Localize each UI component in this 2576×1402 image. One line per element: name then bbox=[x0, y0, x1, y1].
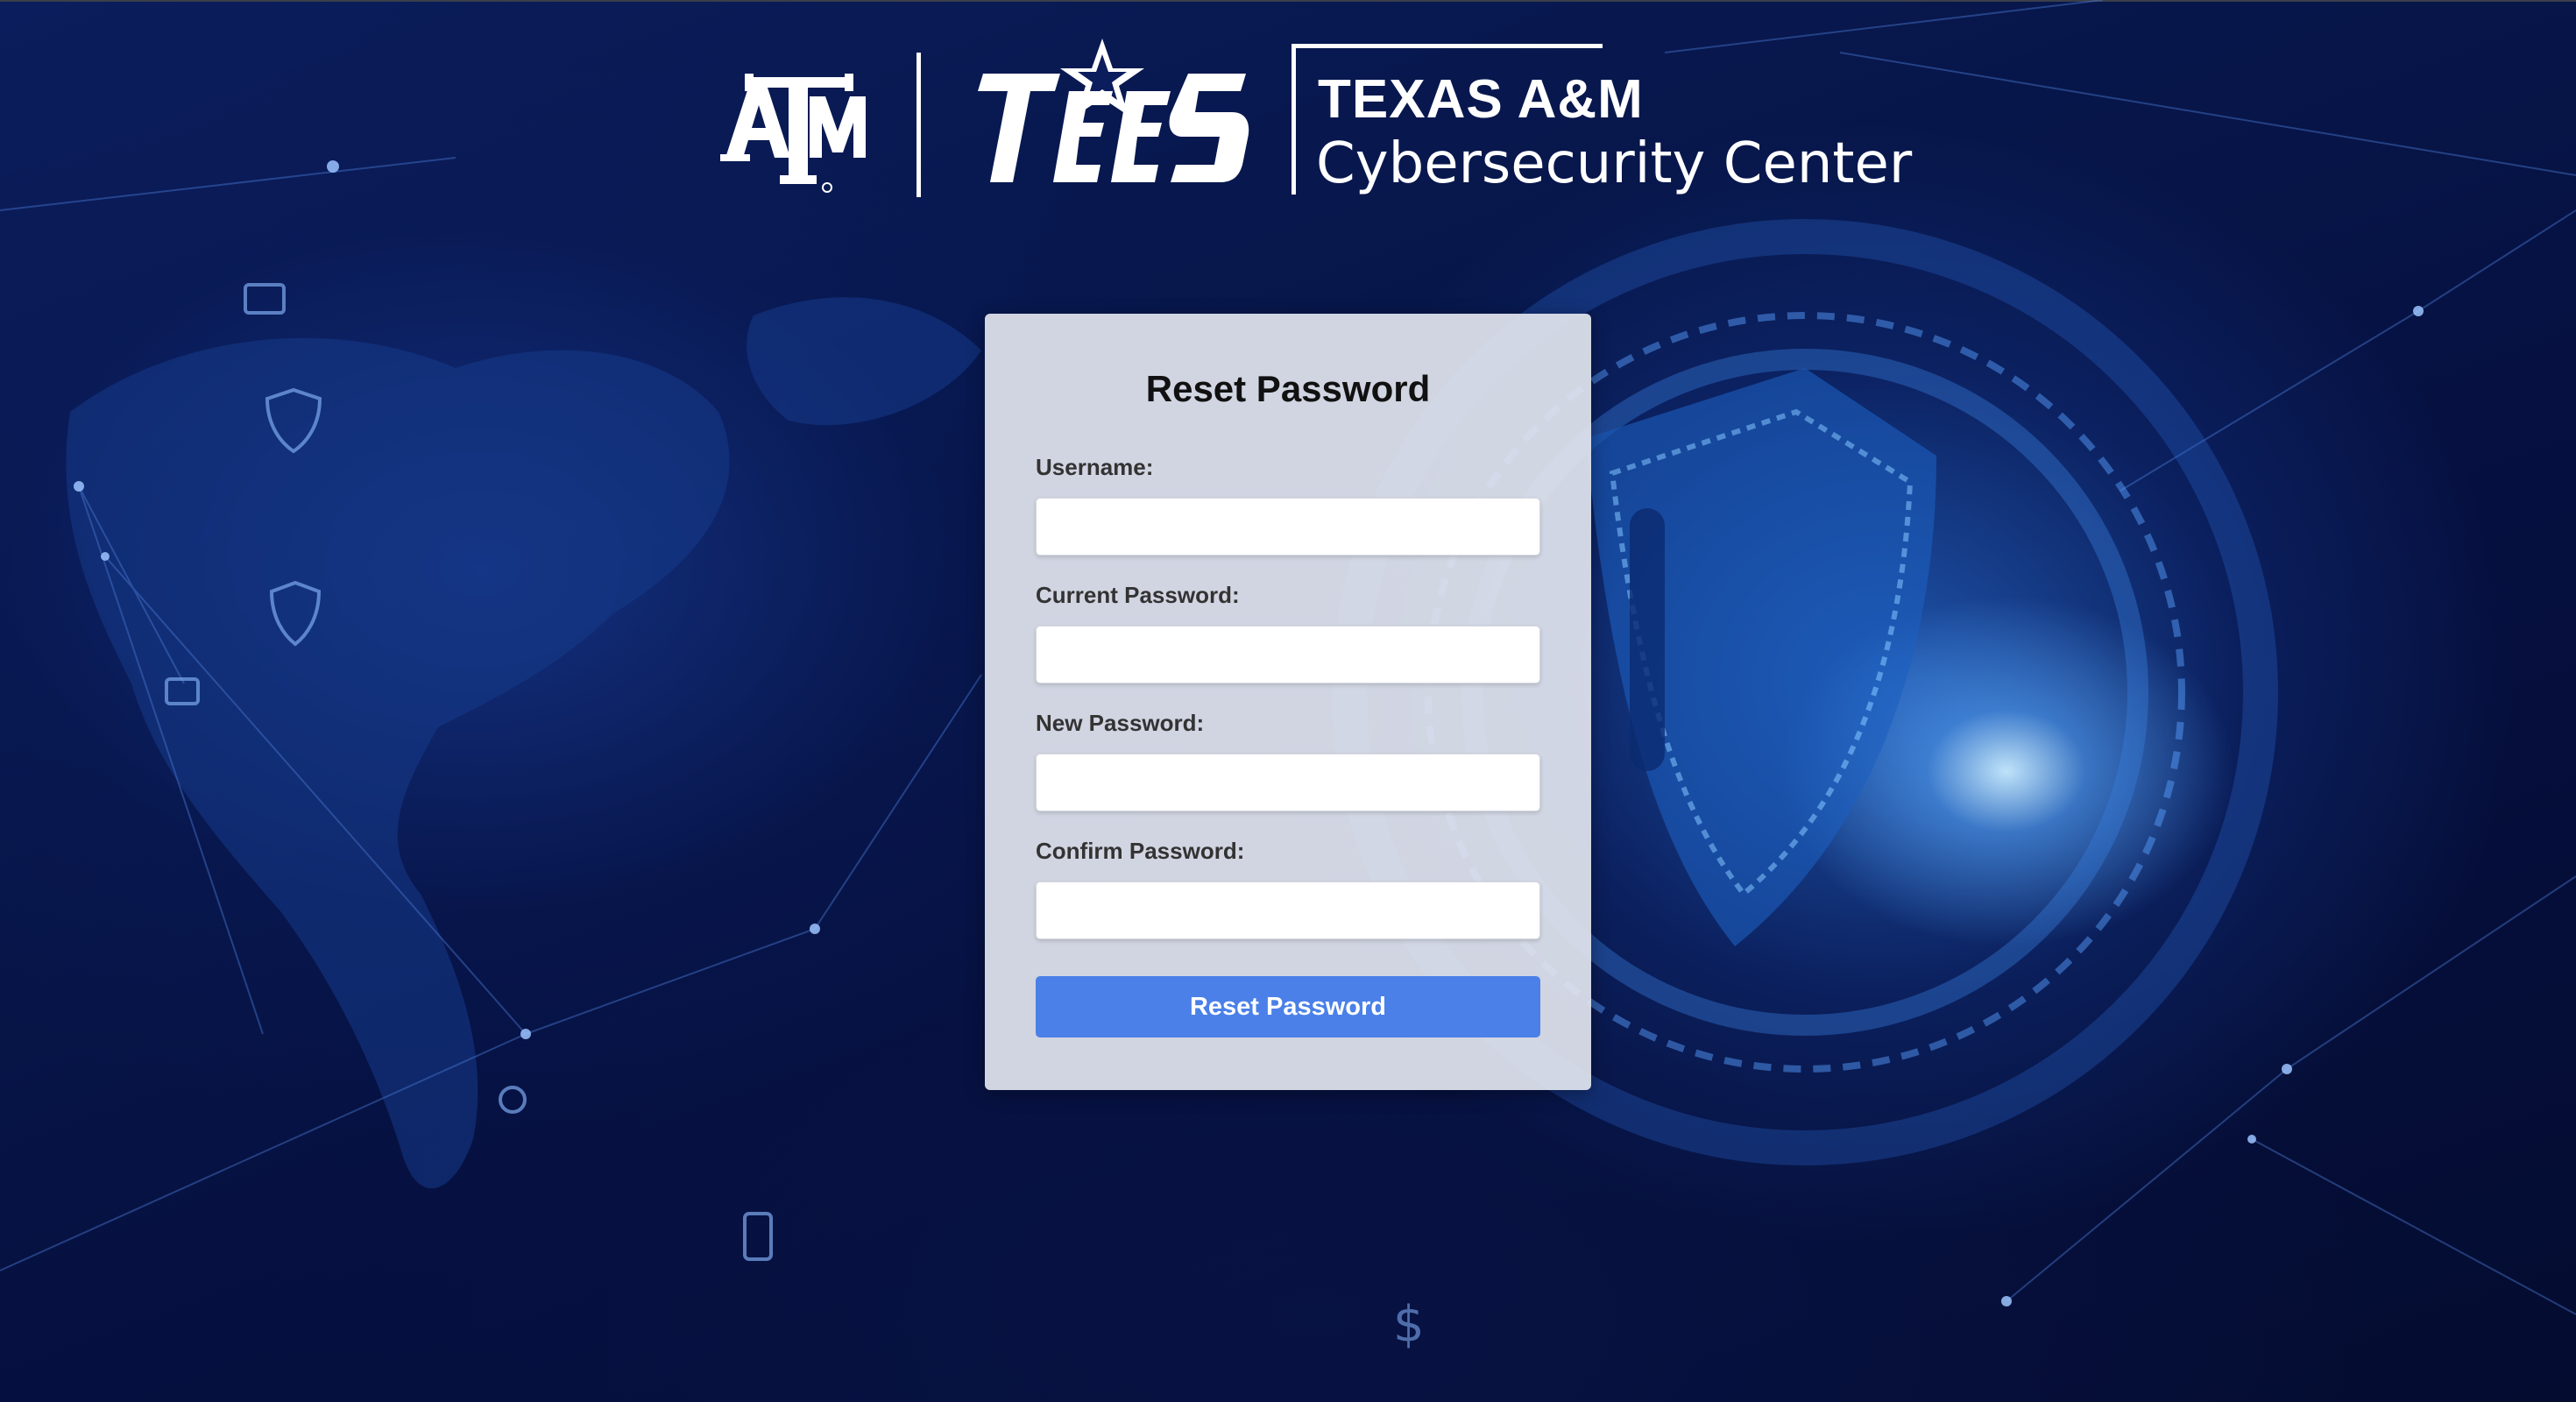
window-top-border bbox=[0, 0, 2576, 2]
reset-password-button[interactable]: Reset Password bbox=[1036, 976, 1540, 1037]
dollar-icon: $ bbox=[1393, 1296, 1425, 1353]
laptop-icon bbox=[165, 677, 200, 705]
username-label: Username: bbox=[1036, 454, 1154, 480]
form-title: Reset Password bbox=[1145, 368, 1431, 409]
org-name-line1: TEXAS A&M bbox=[1318, 69, 1644, 130]
header-logos: TEXAS A&M Cybersecurity Center bbox=[718, 35, 1912, 210]
confirm-password-label: Confirm Password: bbox=[1036, 838, 1245, 864]
tees-logo bbox=[978, 39, 1249, 182]
phone-icon bbox=[743, 1212, 773, 1261]
confirm-password-input[interactable] bbox=[1036, 882, 1540, 939]
username-input[interactable] bbox=[1036, 498, 1540, 556]
laptop-icon bbox=[244, 283, 286, 315]
wordmark-bracket-horizontal bbox=[1292, 44, 1603, 48]
cybersecurity-center-wordmark: TEXAS A&M Cybersecurity Center bbox=[1292, 44, 1912, 197]
reset-password-card: Reset Password Username: Current Passwor… bbox=[985, 314, 1591, 1090]
logo-divider bbox=[916, 53, 921, 197]
shield-icon bbox=[269, 580, 322, 647]
world-map-shape bbox=[66, 297, 981, 1189]
new-password-input[interactable] bbox=[1036, 754, 1540, 811]
org-name-line2: Cybersecurity Center bbox=[1316, 131, 1913, 196]
user-icon bbox=[499, 1086, 527, 1114]
texas-am-logo bbox=[720, 74, 866, 193]
shield-icon bbox=[265, 387, 322, 454]
current-password-input[interactable] bbox=[1036, 626, 1540, 683]
current-password-label: Current Password: bbox=[1036, 582, 1240, 608]
new-password-label: New Password: bbox=[1036, 710, 1205, 736]
wordmark-bracket-vertical bbox=[1292, 44, 1296, 195]
